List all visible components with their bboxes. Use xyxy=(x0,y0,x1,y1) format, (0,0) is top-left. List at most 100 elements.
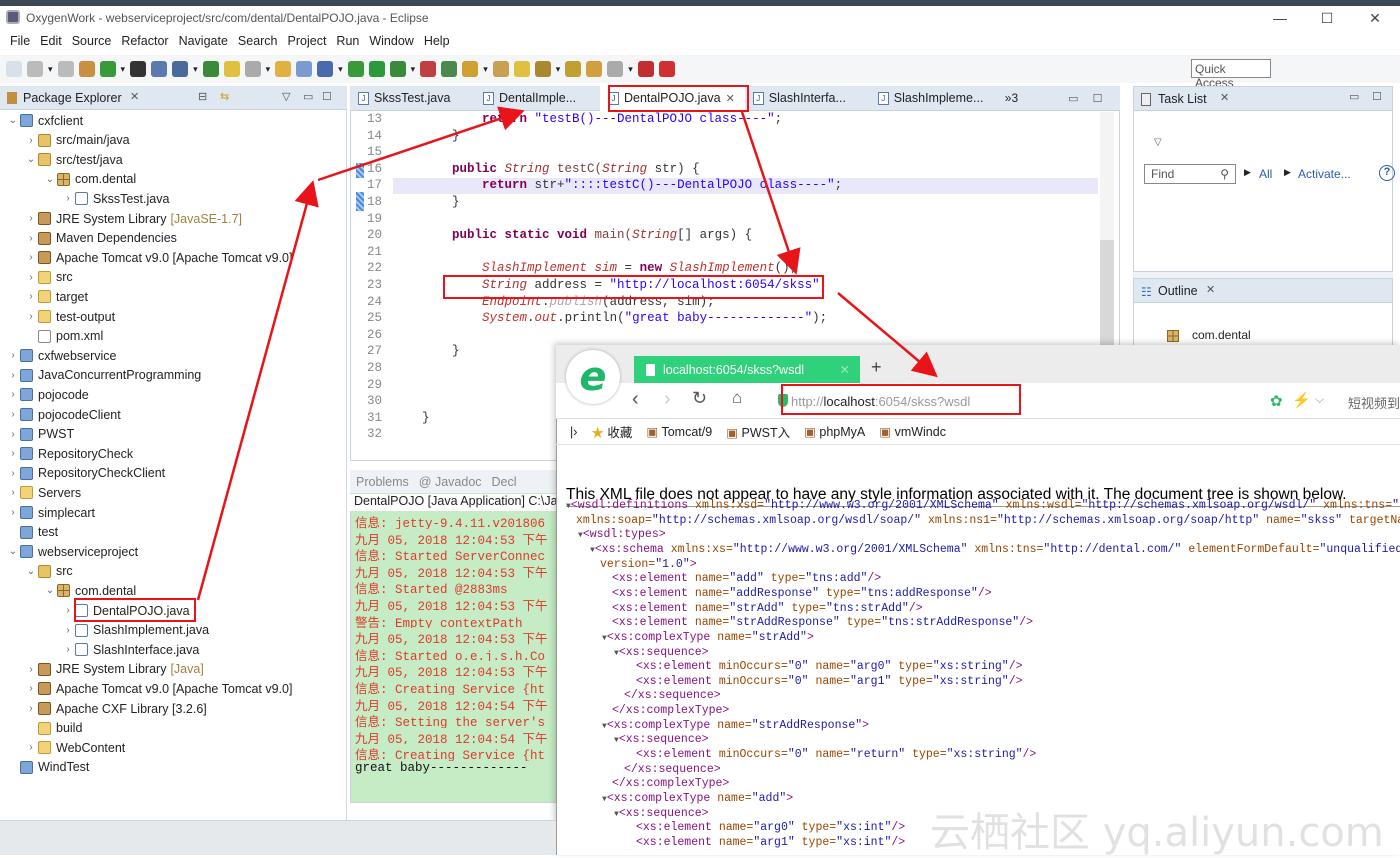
bookmark-item[interactable]: ▣ phpMyA xyxy=(804,424,865,439)
toolbar-button-icon[interactable] xyxy=(78,61,95,77)
toolbar-button-icon[interactable] xyxy=(172,61,189,77)
toolbar-button-icon[interactable] xyxy=(607,61,624,77)
expanded-chevron-icon[interactable]: ⌄ xyxy=(6,546,20,557)
toolbar-button-icon[interactable] xyxy=(6,61,22,77)
dropdown-arrow-icon[interactable]: ▾ xyxy=(411,64,416,75)
package-explorer-title[interactable]: Package Explorer xyxy=(23,91,122,105)
collapsed-chevron-icon[interactable]: › xyxy=(24,683,38,694)
maximize-button[interactable]: ☐ xyxy=(1307,6,1347,30)
back-icon[interactable]: ‹ xyxy=(632,388,639,411)
dropdown-arrow-icon[interactable]: ▾ xyxy=(121,64,126,75)
dropdown-arrow-icon[interactable]: ▾ xyxy=(193,64,198,75)
toolbar-button-icon[interactable] xyxy=(317,61,334,77)
maximize-editor-icon[interactable]: ☐ xyxy=(1093,92,1103,105)
expanded-chevron-icon[interactable]: ⌄ xyxy=(24,566,38,577)
tree-item[interactable]: › pojocodeClient xyxy=(6,405,120,424)
tree-item[interactable]: › pojocode xyxy=(6,385,88,404)
activate-link[interactable]: Activate... xyxy=(1298,167,1351,181)
editor-tab[interactable]: J SkssTest.java xyxy=(350,86,475,111)
toolbar-button-icon[interactable] xyxy=(223,61,240,77)
toolbar-button-icon[interactable] xyxy=(368,61,385,77)
tree-item[interactable]: › simplecart xyxy=(6,503,95,522)
tree-item[interactable]: › test-output xyxy=(24,307,115,326)
tree-item[interactable]: ⌄ cxfclient xyxy=(6,111,83,130)
menu-search[interactable]: Search xyxy=(233,32,283,52)
close-view-icon[interactable]: ✕ xyxy=(1206,283,1215,296)
forward-icon[interactable]: › xyxy=(664,388,671,411)
toolbar-button-icon[interactable] xyxy=(296,61,313,77)
editor-tab[interactable]: J DentalImple... xyxy=(475,86,600,111)
view-menu-icon[interactable]: ▽ xyxy=(1154,137,1162,148)
dropdown-arrow-icon[interactable]: ▾ xyxy=(483,64,488,75)
collapsed-chevron-icon[interactable]: › xyxy=(6,409,20,420)
toolbar-button-icon[interactable] xyxy=(27,61,43,77)
tree-item[interactable]: › cxfwebservice xyxy=(6,346,116,365)
task-list-title[interactable]: Task List xyxy=(1158,92,1207,106)
collapsed-chevron-icon[interactable]: › xyxy=(24,135,38,146)
toolbar-button-icon[interactable] xyxy=(57,61,74,77)
tree-item[interactable]: › RepositoryCheckClient xyxy=(6,464,165,483)
collapse-all-icon[interactable]: ⊟ xyxy=(198,90,207,103)
tree-item[interactable]: test xyxy=(6,523,58,542)
collapsed-chevron-icon[interactable]: › xyxy=(24,311,38,322)
tree-item[interactable]: › Servers xyxy=(6,483,81,502)
tree-item[interactable]: › SlashInterface.java xyxy=(61,640,199,659)
toolbar-button-icon[interactable] xyxy=(202,61,219,77)
reload-icon[interactable]: ↻ xyxy=(692,388,707,409)
dropdown-arrow-icon[interactable]: ▾ xyxy=(556,64,561,75)
tab-overflow[interactable]: »3 xyxy=(1005,91,1018,105)
toolbar-button-icon[interactable] xyxy=(441,61,458,77)
tree-item[interactable]: ⌄ src xyxy=(24,562,73,581)
collapsed-chevron-icon[interactable]: › xyxy=(61,605,75,616)
tree-item[interactable]: › src xyxy=(24,268,72,287)
collapsed-chevron-icon[interactable]: › xyxy=(6,448,20,459)
collapsed-chevron-icon[interactable]: › xyxy=(6,487,20,498)
collapsed-chevron-icon[interactable]: › xyxy=(24,272,38,283)
collapsed-chevron-icon[interactable]: › xyxy=(24,664,38,675)
sidebar-toggle-icon[interactable]: |› xyxy=(570,425,577,439)
collapsed-chevron-icon[interactable]: › xyxy=(24,703,38,714)
tree-item[interactable]: › JRE System Library [Java] xyxy=(24,660,203,679)
minimize-view-icon[interactable]: ▭ xyxy=(1349,90,1359,103)
view-menu-icon[interactable]: ▽ xyxy=(282,90,290,103)
collapsed-chevron-icon[interactable]: › xyxy=(6,468,20,479)
collapsed-chevron-icon[interactable]: › xyxy=(61,644,75,655)
tree-item[interactable]: › JavaConcurrentProgramming xyxy=(6,366,201,385)
toolbar-button-icon[interactable] xyxy=(347,61,364,77)
menu-window[interactable]: Window xyxy=(364,32,418,52)
minimize-editor-icon[interactable]: ▭ xyxy=(1068,92,1078,105)
toolbar-button-icon[interactable] xyxy=(586,61,603,77)
collapsed-chevron-icon[interactable]: › xyxy=(24,291,38,302)
dropdown-arrow-icon[interactable]: ▾ xyxy=(48,64,53,75)
new-tab-button[interactable]: + xyxy=(871,357,882,378)
collapsed-chevron-icon[interactable]: › xyxy=(61,625,75,636)
collapsed-chevron-icon[interactable]: › xyxy=(6,370,20,381)
dropdown-icon[interactable]: ⌵ xyxy=(1315,392,1324,407)
tree-item[interactable]: › Maven Dependencies xyxy=(24,229,177,248)
collapsed-chevron-icon[interactable]: › xyxy=(61,193,75,204)
dropdown-arrow-icon[interactable]: ▾ xyxy=(628,64,633,75)
tree-item[interactable]: ⌄ src/test/java xyxy=(24,150,123,169)
toolbar-button-icon[interactable] xyxy=(130,61,147,77)
expanded-chevron-icon[interactable]: ⌄ xyxy=(43,174,57,185)
menu-navigate[interactable]: Navigate xyxy=(174,32,233,52)
tree-item[interactable]: › PWST xyxy=(6,425,74,444)
menu-run[interactable]: Run xyxy=(331,32,364,52)
help-icon[interactable]: ? xyxy=(1379,165,1395,181)
toolbar-button-icon[interactable] xyxy=(565,61,582,77)
console-tab[interactable]: Decl xyxy=(492,475,517,489)
collapsed-chevron-icon[interactable]: › xyxy=(24,742,38,753)
toolbar-button-icon[interactable] xyxy=(244,61,261,77)
refresh-green-icon[interactable]: ✿ xyxy=(1270,392,1283,410)
toolbar-button-icon[interactable] xyxy=(513,61,530,77)
close-view-icon[interactable]: ✕ xyxy=(1220,91,1229,104)
collapsed-chevron-icon[interactable]: › xyxy=(6,350,20,361)
outline-item[interactable]: com.dental xyxy=(1192,328,1251,342)
toolbar-button-icon[interactable] xyxy=(420,61,437,77)
tree-item[interactable]: pom.xml xyxy=(24,327,103,346)
bookmark-item[interactable]: ▣ vmWindc xyxy=(879,424,946,439)
tree-item[interactable]: build xyxy=(24,719,82,738)
expanded-chevron-icon[interactable]: ⌄ xyxy=(43,585,57,596)
tree-item[interactable]: › Apache CXF Library [3.2.6] xyxy=(24,699,206,718)
toolbar-button-icon[interactable] xyxy=(389,61,406,77)
